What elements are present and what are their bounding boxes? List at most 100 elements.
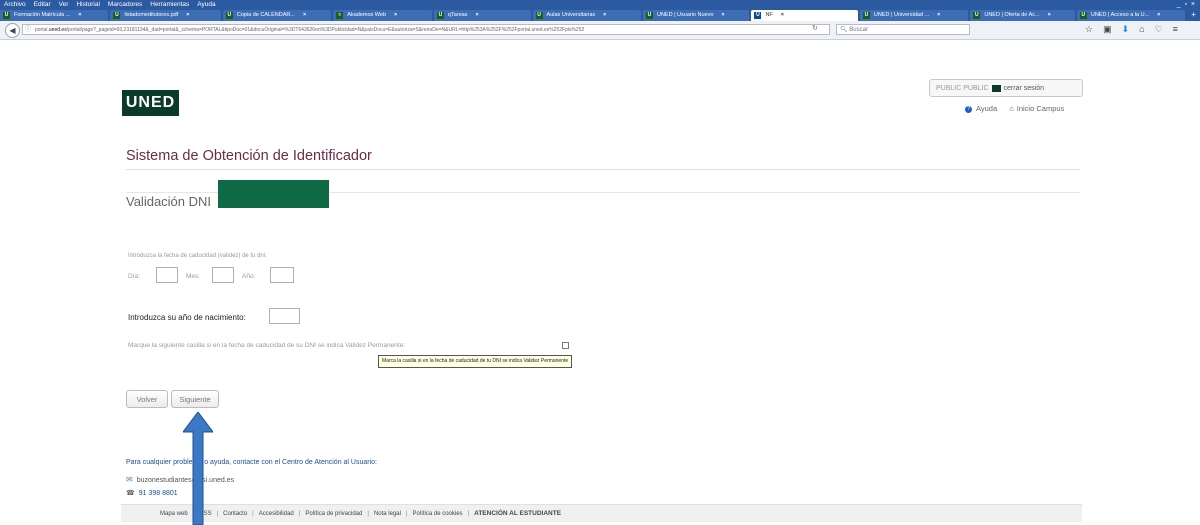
tab-favicon-icon: ≈ — [336, 12, 344, 19]
help-icon: ? — [965, 105, 972, 113]
menu-bar: Archivo Editar Ver Historial Marcadores … — [0, 0, 1200, 9]
back-form-button[interactable]: Volver — [126, 390, 168, 408]
footer-link[interactable]: Política de cookies — [413, 511, 463, 517]
help-link[interactable]: Ayuda — [976, 104, 997, 113]
footer-link[interactable]: Contacto — [223, 511, 247, 517]
tab-close-icon[interactable]: × — [1157, 12, 1160, 18]
tab-close-icon[interactable]: × — [394, 12, 397, 18]
download-icon[interactable]: ⬇ — [1122, 24, 1130, 35]
site-info-icon[interactable]: ⓘ — [25, 25, 31, 34]
menu-ver[interactable]: Ver — [55, 0, 73, 9]
navigation-bar: ◀ ⓘ portal.uned.es/portal/page?_pageid=93… — [0, 21, 1200, 40]
tab-close-icon[interactable]: × — [721, 12, 724, 18]
footer-link[interactable]: Política de privacidad — [305, 511, 362, 517]
day-field[interactable] — [156, 267, 178, 283]
footer-separator: | — [405, 511, 408, 517]
toolbar-icons: ☆ ▣ ⬇ ⌂ ♡ ≡ — [1085, 24, 1178, 35]
tab-favicon-icon: U — [645, 12, 653, 19]
reload-icon[interactable]: ↻ — [812, 24, 818, 32]
tab-close-icon[interactable]: × — [303, 12, 306, 18]
tab-close-icon[interactable]: × — [781, 12, 784, 18]
menu-archivo[interactable]: Archivo — [0, 0, 30, 9]
footer-separator: | — [252, 511, 254, 517]
browser-tab[interactable]: UqTareas × — [433, 10, 531, 21]
birth-year-field[interactable] — [269, 308, 300, 324]
browser-tab[interactable]: U UNED | Usuario Nuevo × — [642, 10, 750, 21]
tab-favicon-icon: U — [3, 12, 10, 19]
tab-close-icon[interactable]: × — [603, 12, 606, 18]
tab-label: listadomeditutores.pdf — [124, 12, 179, 18]
user-name: PUBLIC PUBLIC — [936, 85, 989, 92]
new-tab-icon[interactable]: + — [1187, 9, 1200, 21]
tab-favicon-icon: U — [535, 12, 543, 19]
browser-tab[interactable]: U Copia de CALENDAR... × — [222, 10, 332, 21]
browser-tab[interactable]: U Formación Matrícula ... × — [0, 10, 109, 21]
back-button[interactable]: ◀ — [5, 23, 20, 38]
checkbox-tooltip: Marca la casilla si en la fecha de caduc… — [378, 355, 573, 368]
tab-label: Aulas Universitarias — [546, 12, 596, 18]
user-badge-icon — [991, 84, 1001, 92]
browser-tab[interactable]: U Aulas Universitarias × — [532, 10, 641, 21]
search-icon: 🔍︎ — [840, 27, 848, 33]
tab-favicon-icon: U — [862, 12, 870, 19]
tab-label: UNED | Universidad ... — [873, 12, 930, 18]
top-links: ? Ayuda ⌂ Inicio Campus — [965, 104, 1064, 113]
tab-favicon-icon: U — [225, 12, 233, 19]
home-campus-link[interactable]: Inicio Campus — [1017, 104, 1065, 113]
browser-tab[interactable]: U UNED | Universidad ... × — [859, 10, 969, 21]
url-bar[interactable]: ⓘ portal.uned.es/portal/page?_pageid=93,2… — [22, 24, 830, 35]
menu-herramientas[interactable]: Herramientas — [146, 0, 193, 9]
tab-favicon-icon: U — [973, 12, 981, 19]
birth-year-prompt: Introduzca su año de nacimiento: — [128, 313, 246, 322]
tab-label: NF — [765, 12, 773, 18]
tab-close-icon[interactable]: × — [78, 12, 81, 18]
browser-tab[interactable]: U UNED | Acceso a la U... × — [1076, 10, 1186, 21]
tab-favicon-icon: U — [754, 12, 762, 19]
browser-tab[interactable]: U NF × — [751, 10, 858, 21]
contact-email-row: ✉ buzonestudiantes@csi.uned.es — [126, 475, 234, 484]
search-placeholder: Buscar — [849, 27, 868, 33]
menu-editar[interactable]: Editar — [30, 0, 55, 9]
footer-separator: | — [298, 511, 301, 517]
redacted-dni-box — [218, 180, 329, 208]
clipboard-icon[interactable]: ▣ — [1103, 24, 1112, 35]
tab-favicon-icon: U — [1079, 12, 1087, 19]
month-field[interactable] — [212, 267, 234, 283]
tab-favicon-icon: U — [113, 12, 121, 19]
home-icon[interactable]: ⌂ — [1139, 24, 1144, 35]
browser-tab[interactable]: ≈ Akademos Web × — [333, 10, 432, 21]
tab-close-icon[interactable]: × — [186, 12, 189, 18]
browser-tab[interactable]: Ulistadomeditutores.pdf × — [110, 10, 221, 21]
browser-tab[interactable]: U UNED | Oferta de Ac... × — [970, 10, 1075, 21]
tab-close-icon[interactable]: × — [1048, 12, 1051, 18]
tab-label: Formación Matrícula ... — [14, 12, 71, 18]
year-field[interactable] — [270, 267, 294, 283]
menu-ayuda[interactable]: Ayuda — [193, 0, 219, 9]
page-title: Sistema de Obtención de Identificador — [126, 148, 372, 164]
footer-link[interactable]: Accesibilidad — [259, 511, 294, 517]
pocket-icon[interactable]: ♡ — [1155, 24, 1163, 35]
uned-logo[interactable]: UNED — [122, 90, 179, 116]
page-footer: Mapa web|RSS|Contacto|Accesibilidad|Polí… — [121, 504, 1082, 522]
menu-historial[interactable]: Historial — [72, 0, 103, 9]
tab-close-icon[interactable]: × — [937, 12, 940, 18]
footer-separator: | — [467, 511, 470, 517]
tab-label: Copia de CALENDAR... — [236, 12, 295, 18]
search-bar[interactable]: 🔍︎ Buscar — [836, 24, 970, 35]
menu-icon[interactable]: ≡ — [1173, 24, 1178, 35]
footer-separator: | — [367, 511, 369, 517]
bookmark-star-icon[interactable]: ☆ — [1085, 24, 1093, 35]
page-subtitle: Validación DNI — [126, 194, 212, 209]
logout-link[interactable]: cerrar sesión — [1004, 85, 1044, 92]
window-controls[interactable]: _ ▫ × — [1177, 0, 1196, 9]
permanent-validity-checkbox[interactable] — [562, 342, 569, 349]
footer-student-attention-link[interactable]: ATENCIÓN AL ESTUDIANTE — [474, 510, 561, 517]
menu-marcadores[interactable]: Marcadores — [104, 0, 146, 9]
title-divider — [126, 169, 1080, 170]
next-button[interactable]: Siguiente — [171, 390, 219, 408]
month-label: Mes: — [186, 273, 201, 280]
permanent-validity-prompt: Marque la siguiente casilla si en la fec… — [128, 342, 406, 349]
tab-label: Akademos Web — [347, 12, 387, 18]
footer-link[interactable]: Nota legal — [374, 511, 401, 517]
tab-close-icon[interactable]: × — [475, 12, 478, 18]
